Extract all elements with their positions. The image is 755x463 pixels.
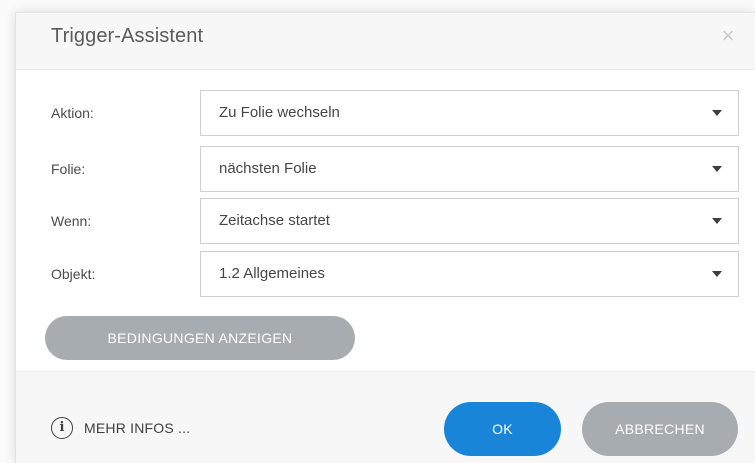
info-icon: i [51,417,73,439]
show-conditions-button[interactable]: BEDINGUNGEN ANZEIGEN [45,316,355,360]
more-info-label: MEHR INFOS ... [84,420,191,436]
action-select[interactable]: Zu Folie wechseln [200,90,739,136]
chevron-down-icon [712,271,722,277]
form-row-slide: Folie: nächsten Folie [16,146,755,192]
chevron-down-icon [712,218,722,224]
object-label: Objekt: [51,266,96,282]
form-row-object: Objekt: 1.2 Allgemeines [16,251,755,297]
chevron-down-icon [712,166,722,172]
slide-select[interactable]: nächsten Folie [200,146,739,192]
object-select[interactable]: 1.2 Allgemeines [200,251,739,297]
when-select-value: Zeitachse startet [219,212,330,229]
ok-button[interactable]: OK [444,402,561,456]
action-select-value: Zu Folie wechseln [219,104,340,121]
when-select[interactable]: Zeitachse startet [200,198,739,244]
action-label: Aktion: [51,105,94,121]
dialog-footer: i MEHR INFOS ... OK ABBRECHEN [16,371,755,463]
slide-select-value: nächsten Folie [219,160,317,177]
when-label: Wenn: [51,213,92,229]
close-icon[interactable]: × [716,24,740,48]
slide-label: Folie: [51,161,86,177]
form-row-when: Wenn: Zeitachse startet [16,198,755,244]
chevron-down-icon [712,110,722,116]
object-select-value: 1.2 Allgemeines [219,265,325,282]
dialog-title: Trigger-Assistent [51,25,204,47]
screen: Trigger-Assistent × Aktion: Zu Folie wec… [0,0,755,463]
cancel-button[interactable]: ABBRECHEN [582,402,738,456]
form-row-action: Aktion: Zu Folie wechseln [16,90,755,136]
trigger-wizard-dialog: Trigger-Assistent × Aktion: Zu Folie wec… [15,12,755,463]
dialog-header: Trigger-Assistent × [16,13,755,70]
